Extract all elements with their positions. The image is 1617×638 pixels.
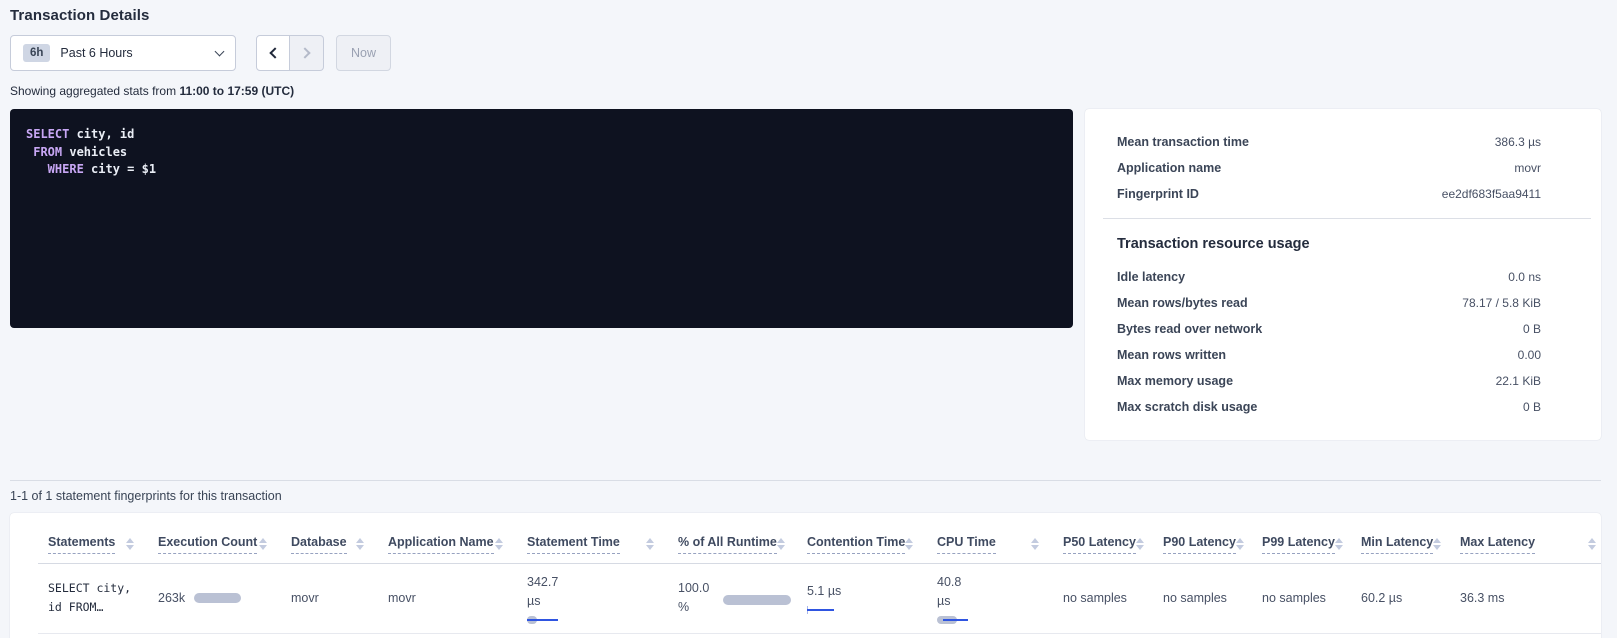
statements-table-header-row: Statements Execution Count Database Appl…	[38, 519, 1601, 563]
sort-icon	[905, 538, 913, 550]
summary-row-idle-latency: Idle latency 0.0 ns	[1085, 264, 1601, 290]
cell-contention-time: 5.1 µs	[797, 563, 927, 633]
sql-line-2: FROM vehicles	[26, 144, 1057, 162]
aggregated-stats-line: Showing aggregated stats from 11:00 to 1…	[10, 84, 1601, 98]
sort-icon	[495, 538, 503, 550]
previous-time-button[interactable]	[256, 35, 290, 71]
summary-row-mean-rows-written: Mean rows written 0.00	[1085, 342, 1601, 368]
sort-icon	[259, 538, 267, 550]
transaction-details-page: Transaction Details 6h Past 6 Hours Now …	[0, 0, 1617, 638]
now-button[interactable]: Now	[336, 35, 391, 71]
column-header-cpu-time[interactable]: CPU Time	[927, 519, 1053, 563]
summary-row-bytes-read-over-network: Bytes read over network 0 B	[1085, 316, 1601, 342]
content-row: SELECT city, id FROM vehicles WHERE city…	[10, 109, 1601, 440]
column-header-runtime-pct[interactable]: % of All Runtime	[668, 519, 797, 563]
column-header-max-latency[interactable]: Max Latency	[1450, 519, 1601, 563]
chevron-down-icon	[215, 46, 225, 56]
time-range-label: Past 6 Hours	[60, 46, 132, 60]
sort-icon	[1031, 538, 1039, 550]
cell-p99-latency: no samples	[1252, 563, 1351, 633]
statements-table-card: Statements Execution Count Database Appl…	[10, 513, 1601, 638]
cell-application-name: movr	[378, 563, 517, 633]
summary-row-max-scratch-disk-usage: Max scratch disk usage 0 B	[1085, 394, 1601, 420]
page-divider	[10, 480, 1601, 481]
sort-icon	[1335, 538, 1343, 550]
column-header-statement-time[interactable]: Statement Time	[517, 519, 668, 563]
sort-icon	[126, 538, 134, 550]
cell-execution-count: 263k	[148, 563, 281, 633]
contention-time-bar	[807, 606, 835, 614]
statement-fingerprints-caption: 1-1 of 1 statement fingerprints for this…	[10, 489, 1601, 503]
runtime-pct-bar	[723, 595, 791, 605]
column-header-statements[interactable]: Statements	[38, 519, 148, 563]
time-range-badge: 6h	[23, 44, 50, 62]
column-header-application-name[interactable]: Application Name	[378, 519, 517, 563]
sort-icon	[1433, 538, 1441, 550]
sort-icon	[356, 538, 364, 550]
next-time-button[interactable]	[290, 35, 324, 71]
stats-line-prefix: Showing aggregated stats from	[10, 84, 179, 98]
sort-icon	[1588, 538, 1596, 550]
summary-row-mean-rows-bytes-read: Mean rows/bytes read 78.17 / 5.8 KiB	[1085, 290, 1601, 316]
summary-row-max-memory-usage: Max memory usage 22.1 KiB	[1085, 368, 1601, 394]
column-header-min-latency[interactable]: Min Latency	[1351, 519, 1450, 563]
execution-count-bar	[194, 593, 241, 603]
summary-divider	[1103, 218, 1591, 219]
column-header-execution-count[interactable]: Execution Count	[148, 519, 281, 563]
sql-line-3: WHERE city = $1	[26, 161, 1057, 179]
cell-max-latency: 36.3 ms	[1450, 563, 1601, 633]
chevron-right-icon	[299, 47, 310, 58]
resource-usage-title: Transaction resource usage	[1085, 228, 1601, 264]
statement-row: SELECT city,id FROM… 263k movr movr 342.…	[38, 563, 1601, 633]
sql-line-1: SELECT city, id	[26, 126, 1057, 144]
column-header-p99-latency[interactable]: P99 Latency	[1252, 519, 1351, 563]
summary-row-mean-transaction-time: Mean transaction time 386.3 µs	[1085, 129, 1601, 155]
cell-p90-latency: no samples	[1153, 563, 1252, 633]
cell-statement: SELECT city,id FROM…	[38, 563, 148, 633]
sql-statement-box: SELECT city, id FROM vehicles WHERE city…	[10, 109, 1073, 328]
column-header-p50-latency[interactable]: P50 Latency	[1053, 519, 1153, 563]
chevron-left-icon	[269, 47, 280, 58]
cell-runtime-pct: 100.0%	[668, 563, 797, 633]
time-toolbar: 6h Past 6 Hours Now	[10, 35, 1601, 71]
statement-link[interactable]: SELECT city,id FROM…	[48, 579, 142, 617]
time-nav-group	[256, 35, 324, 71]
cell-statement-time: 342.7µs	[517, 563, 668, 633]
transaction-summary-card: Mean transaction time 386.3 µs Applicati…	[1085, 109, 1601, 440]
cell-cpu-time: 40.8µs	[927, 563, 1053, 633]
sort-icon	[1136, 538, 1144, 550]
sort-icon	[1236, 538, 1244, 550]
statement-time-bar	[527, 616, 559, 624]
cell-p50-latency: no samples	[1053, 563, 1153, 633]
summary-row-fingerprint-id: Fingerprint ID ee2df683f5aa9411	[1085, 181, 1601, 207]
column-header-database[interactable]: Database	[281, 519, 378, 563]
sort-icon	[777, 538, 785, 550]
summary-row-application-name: Application name movr	[1085, 155, 1601, 181]
column-header-contention-time[interactable]: Contention Time	[797, 519, 927, 563]
page-title: Transaction Details	[10, 7, 1601, 24]
time-range-dropdown[interactable]: 6h Past 6 Hours	[10, 35, 236, 71]
cpu-time-bar	[937, 616, 969, 624]
column-header-p90-latency[interactable]: P90 Latency	[1153, 519, 1252, 563]
statements-table: Statements Execution Count Database Appl…	[38, 519, 1601, 634]
cell-database: movr	[281, 563, 378, 633]
sort-icon	[646, 538, 654, 550]
cell-min-latency: 60.2 µs	[1351, 563, 1450, 633]
stats-line-range: 11:00 to 17:59 (UTC)	[179, 84, 294, 98]
